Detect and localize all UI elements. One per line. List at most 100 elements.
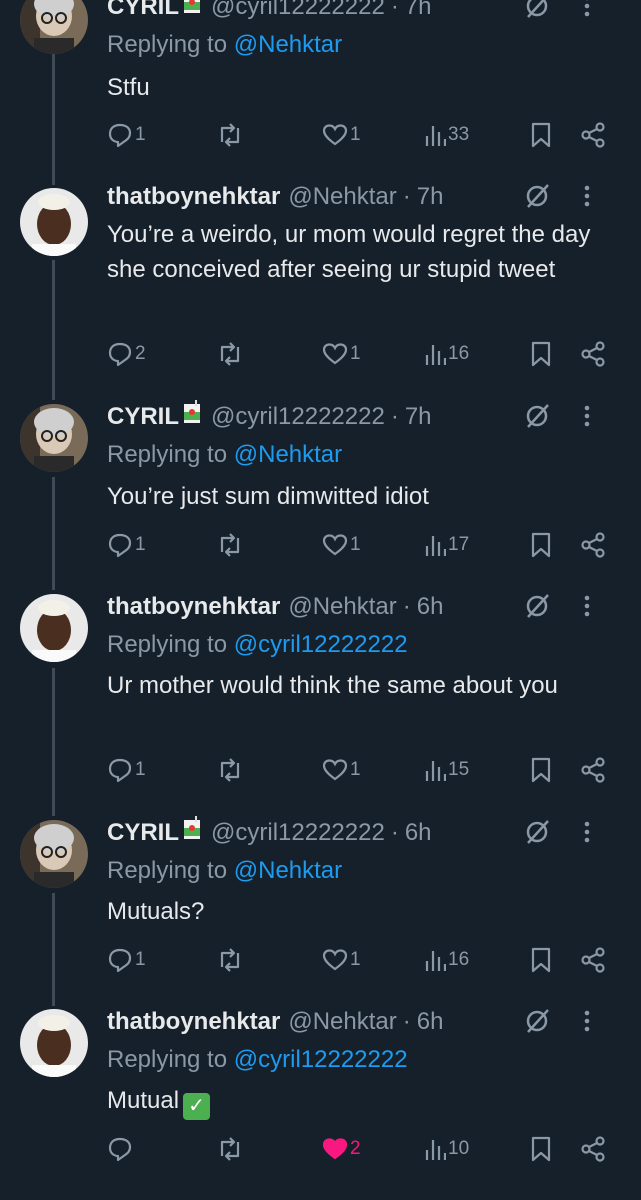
reply-button[interactable] (107, 1132, 135, 1166)
timestamp[interactable]: 7h (417, 180, 444, 214)
bookmark-button[interactable] (530, 943, 552, 977)
timestamp[interactable]: 6h (417, 590, 444, 624)
reply-button[interactable]: 1 (107, 528, 146, 562)
retweet-button[interactable] (216, 943, 246, 977)
tweet-actions: 2 1 16 (0, 337, 641, 371)
timestamp[interactable]: 6h (417, 1005, 444, 1039)
like-button[interactable]: 1 (322, 528, 361, 562)
bookmark-button[interactable] (530, 528, 552, 562)
avatar-cyril[interactable] (20, 820, 88, 888)
grok-icon[interactable] (523, 0, 551, 30)
like-button[interactable]: 1 (322, 753, 361, 787)
bookmark-button[interactable] (530, 1132, 552, 1166)
tweet[interactable]: CYRIL @cyril12222222 · 6h Replying to @N… (0, 816, 641, 996)
timestamp[interactable]: 6h (405, 816, 432, 850)
retweet-button[interactable] (216, 753, 246, 787)
grok-icon[interactable] (523, 592, 551, 630)
retweet-button[interactable] (216, 118, 246, 152)
timestamp[interactable]: 7h (405, 0, 432, 24)
views-button[interactable]: 10 (424, 1132, 469, 1166)
more-icon[interactable] (583, 402, 591, 440)
tweet-actions: 2 10 (0, 1132, 641, 1166)
views-button[interactable]: 17 (424, 528, 469, 562)
replying-to: Replying to @Nehktar (107, 28, 342, 62)
avatar-cyril[interactable] (20, 404, 88, 472)
like-button[interactable]: 1 (322, 118, 361, 152)
tweet-text-content: Mutual (107, 1087, 180, 1114)
bookmark-button[interactable] (530, 337, 552, 371)
views-button[interactable]: 16 (424, 337, 469, 371)
share-button[interactable] (580, 943, 606, 977)
avatar-nehktar[interactable] (20, 188, 88, 256)
share-button[interactable] (580, 753, 606, 787)
grok-icon[interactable] (523, 402, 551, 440)
avatar-nehktar[interactable] (20, 594, 88, 662)
mention-link[interactable]: @Nehktar (234, 857, 342, 884)
retweet-button[interactable] (216, 528, 246, 562)
more-icon[interactable] (583, 182, 591, 220)
tweet[interactable]: CYRIL @cyril12222222 · 7h Replying to @N… (0, 0, 641, 176)
replying-label: Replying to (107, 441, 228, 468)
like-button[interactable]: 2 (322, 1132, 361, 1166)
avatar-cyril[interactable] (20, 0, 88, 54)
more-icon[interactable] (583, 592, 591, 630)
replying-to: Replying to @cyril12222222 (107, 628, 408, 662)
user-handle[interactable]: @Nehktar (288, 1005, 396, 1039)
display-name[interactable]: CYRIL (107, 0, 179, 24)
reply-count: 1 (135, 534, 146, 555)
display-name[interactable]: CYRIL (107, 400, 179, 434)
reply-button[interactable]: 1 (107, 943, 146, 977)
more-icon[interactable] (583, 0, 591, 30)
display-name[interactable]: thatboynehktar (107, 1005, 280, 1039)
display-name[interactable]: CYRIL (107, 816, 179, 850)
like-button[interactable]: 1 (322, 943, 361, 977)
juice-box-icon (183, 400, 201, 434)
replying-label: Replying to (107, 31, 228, 58)
like-count: 1 (350, 343, 361, 364)
tweet[interactable]: CYRIL @cyril12222222 · 7h Replying to @N… (0, 400, 641, 580)
replying-to: Replying to @Nehktar (107, 854, 342, 888)
juice-box-icon (183, 816, 201, 850)
grok-icon[interactable] (523, 1007, 551, 1045)
mention-link[interactable]: @Nehktar (234, 31, 342, 58)
retweet-button[interactable] (216, 337, 246, 371)
more-icon[interactable] (583, 1007, 591, 1045)
grok-icon[interactable] (523, 818, 551, 856)
views-button[interactable]: 33 (424, 118, 469, 152)
user-handle[interactable]: @cyril12222222 (211, 400, 385, 434)
tweet[interactable]: thatboynehktar @Nehktar · 7h You’re a we… (0, 180, 641, 388)
share-button[interactable] (580, 337, 606, 371)
reply-button[interactable]: 1 (107, 753, 146, 787)
user-handle[interactable]: @cyril12222222 (211, 816, 385, 850)
more-icon[interactable] (583, 818, 591, 856)
reply-button[interactable]: 2 (107, 337, 146, 371)
user-handle[interactable]: @Nehktar (288, 180, 396, 214)
bookmark-button[interactable] (530, 753, 552, 787)
tweet-actions: 1 1 16 (0, 943, 641, 977)
user-handle[interactable]: @Nehktar (288, 590, 396, 624)
timestamp[interactable]: 7h (405, 400, 432, 434)
views-button[interactable]: 15 (424, 753, 469, 787)
retweet-button[interactable] (216, 1132, 246, 1166)
like-count: 1 (350, 949, 361, 970)
tweet[interactable]: thatboynehktar @Nehktar · 6h Replying to… (0, 590, 641, 800)
tweet[interactable]: thatboynehktar @Nehktar · 6h Replying to… (0, 1005, 641, 1195)
like-button[interactable]: 1 (322, 337, 361, 371)
bookmark-button[interactable] (530, 118, 552, 152)
grok-icon[interactable] (523, 182, 551, 220)
avatar-nehktar[interactable] (20, 1009, 88, 1077)
replying-label: Replying to (107, 1046, 228, 1073)
user-handle[interactable]: @cyril12222222 (211, 0, 385, 24)
separator-dot: · (402, 593, 411, 620)
mention-link[interactable]: @Nehktar (234, 441, 342, 468)
mention-link[interactable]: @cyril12222222 (234, 1046, 408, 1073)
mention-link[interactable]: @cyril12222222 (234, 631, 408, 658)
share-button[interactable] (580, 118, 606, 152)
views-button[interactable]: 16 (424, 943, 469, 977)
reply-button[interactable]: 1 (107, 118, 146, 152)
view-count: 15 (448, 759, 470, 780)
display-name[interactable]: thatboynehktar (107, 180, 280, 214)
share-button[interactable] (580, 1132, 606, 1166)
display-name[interactable]: thatboynehktar (107, 590, 280, 624)
share-button[interactable] (580, 528, 606, 562)
